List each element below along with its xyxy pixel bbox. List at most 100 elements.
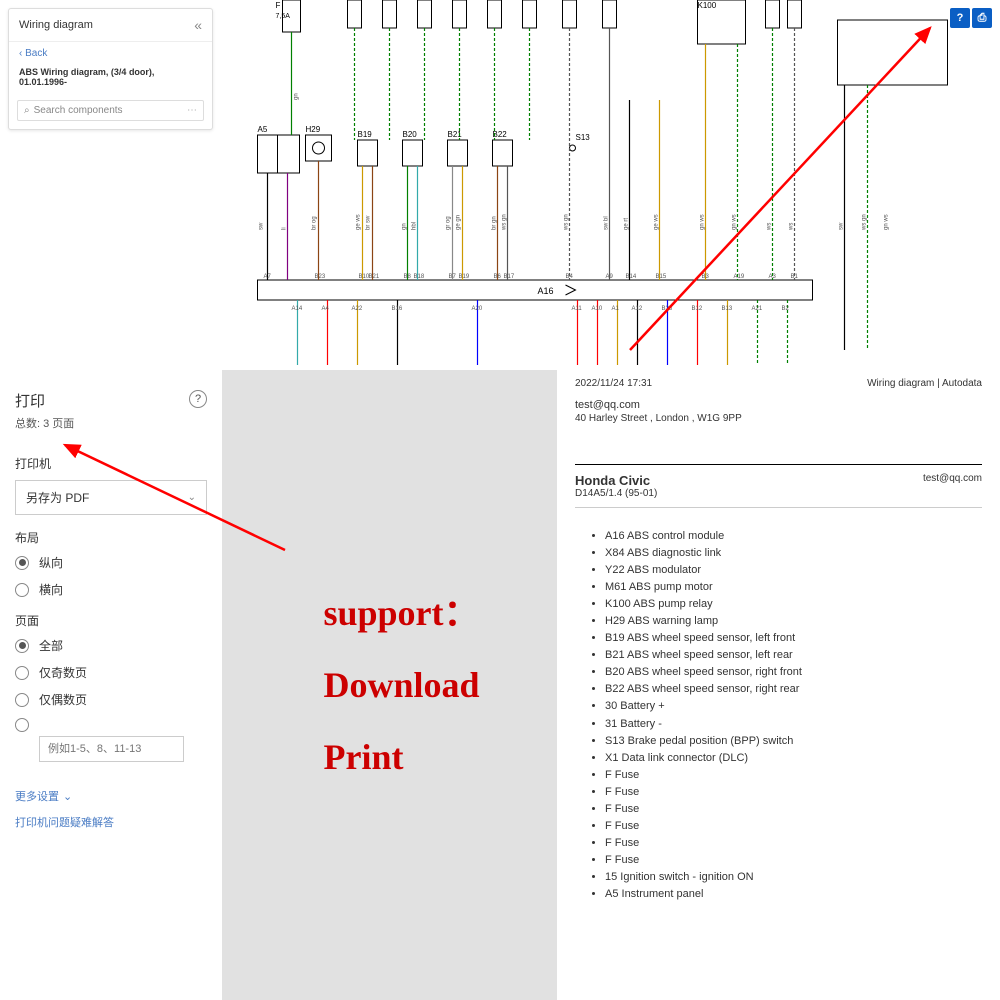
radio-icon bbox=[15, 718, 29, 732]
doc-address: 40 Harley Street , London , W1G 9PP bbox=[575, 413, 982, 424]
list-item: A16 ABS control module bbox=[605, 528, 982, 545]
more-icon[interactable]: ⋯ bbox=[187, 105, 197, 116]
print-dialog: 打印 ? 总数: 3 页面 打印机 另存为 PDF ⌄ 布局 纵向 横向 页面 … bbox=[0, 370, 222, 1000]
pages-label: 页面 bbox=[15, 612, 207, 629]
svg-text:gn: gn bbox=[294, 93, 300, 100]
label-F-val: 7,5A bbox=[276, 13, 291, 20]
list-item: X1 Data link connector (DLC) bbox=[605, 750, 982, 767]
troubleshoot-link[interactable]: 打印机问题疑难解答 bbox=[15, 814, 207, 830]
list-item: F Fuse bbox=[605, 835, 982, 852]
wiring-diagram[interactable]: F 7,5A K100 bbox=[225, 0, 960, 370]
svg-text:B18: B18 bbox=[414, 274, 425, 280]
svg-text:A11: A11 bbox=[572, 306, 583, 312]
radio-pages-all[interactable]: 全部 bbox=[15, 637, 207, 654]
svg-text:ws: ws bbox=[789, 223, 795, 231]
annotation-overlay: support： Download Print bbox=[222, 370, 557, 1000]
radio-icon bbox=[15, 693, 29, 707]
svg-text:B15: B15 bbox=[656, 274, 667, 280]
search-icon: ⌕ bbox=[24, 105, 30, 116]
print-total: 总数: 3 页面 bbox=[15, 415, 207, 431]
list-item: A5 Instrument panel bbox=[605, 886, 982, 903]
printer-select[interactable]: 另存为 PDF ⌄ bbox=[15, 480, 207, 515]
chevron-down-icon: ⌄ bbox=[63, 790, 72, 803]
printer-value: 另存为 PDF bbox=[26, 489, 89, 506]
print-icon[interactable]: ⎙ bbox=[972, 8, 992, 28]
svg-text:sw: sw bbox=[839, 222, 845, 230]
svg-text:hbl: hbl bbox=[412, 222, 418, 230]
back-link[interactable]: ‹ Back bbox=[9, 42, 212, 65]
svg-text:A7: A7 bbox=[264, 274, 272, 280]
annotation-line: Print bbox=[323, 721, 479, 793]
svg-text:gn ws: gn ws bbox=[732, 214, 738, 230]
list-item: M61 ABS pump motor bbox=[605, 579, 982, 596]
svg-text:A1: A1 bbox=[612, 306, 620, 312]
svg-text:ge ws: ge ws bbox=[356, 214, 362, 230]
svg-text:br sw: br sw bbox=[366, 215, 372, 230]
radio-landscape[interactable]: 横向 bbox=[15, 581, 207, 598]
doc-engine: D14A5/1.4 (95-01) bbox=[575, 488, 657, 499]
label-A5: A5 bbox=[258, 125, 268, 134]
svg-text:B7: B7 bbox=[449, 274, 457, 280]
component-list: A16 ABS control moduleX84 ABS diagnostic… bbox=[575, 528, 982, 903]
label-H29: H29 bbox=[306, 125, 321, 134]
list-item: 15 Ignition switch - ignition ON bbox=[605, 869, 982, 886]
help-icon[interactable]: ? bbox=[189, 390, 207, 408]
radio-portrait[interactable]: 纵向 bbox=[15, 554, 207, 571]
radio-pages-even[interactable]: 仅偶数页 bbox=[15, 691, 207, 708]
svg-text:A14: A14 bbox=[292, 306, 303, 312]
label-S13: S13 bbox=[576, 133, 591, 142]
radio-pages-odd[interactable]: 仅奇数页 bbox=[15, 664, 207, 681]
search-input[interactable]: ⌕ Search components ⋯ bbox=[17, 100, 204, 121]
collapse-icon[interactable]: « bbox=[194, 17, 202, 33]
svg-text:gn: gn bbox=[402, 223, 408, 230]
pages-custom-input[interactable] bbox=[39, 736, 184, 762]
svg-text:ge ws: ge ws bbox=[654, 214, 660, 230]
list-item: F Fuse bbox=[605, 818, 982, 835]
svg-text:B23: B23 bbox=[315, 274, 326, 280]
svg-text:B12: B12 bbox=[692, 306, 703, 312]
radio-icon bbox=[15, 666, 29, 680]
list-item: 31 Battery - bbox=[605, 716, 982, 733]
svg-text:B2: B2 bbox=[782, 306, 790, 312]
svg-text:sw: sw bbox=[259, 222, 265, 230]
doc-email: test@qq.com bbox=[575, 399, 982, 411]
label-F: F bbox=[276, 1, 281, 10]
list-item: B19 ABS wheel speed sensor, left front bbox=[605, 630, 982, 647]
svg-text:B16: B16 bbox=[392, 306, 403, 312]
svg-text:ws: ws bbox=[767, 223, 773, 231]
radio-pages-custom[interactable] bbox=[15, 718, 207, 732]
label-A16: A16 bbox=[538, 286, 554, 296]
doc-email2: test@qq.com bbox=[923, 473, 982, 499]
list-item: S13 Brake pedal position (BPP) switch bbox=[605, 733, 982, 750]
list-item: B20 ABS wheel speed sensor, right front bbox=[605, 664, 982, 681]
document-preview: 2022/11/24 17:31 Wiring diagram | Autoda… bbox=[557, 370, 1000, 1000]
list-item: B21 ABS wheel speed sensor, left rear bbox=[605, 647, 982, 664]
svg-text:A19: A19 bbox=[734, 274, 745, 280]
svg-text:gr og: gr og bbox=[446, 216, 452, 230]
svg-text:B19: B19 bbox=[459, 274, 470, 280]
doc-car: Honda Civic bbox=[575, 473, 657, 488]
svg-text:B6: B6 bbox=[494, 274, 502, 280]
list-item: 30 Battery + bbox=[605, 698, 982, 715]
sidebar-title: Wiring diagram bbox=[19, 19, 93, 31]
svg-text:br gn: br gn bbox=[492, 216, 498, 230]
list-item: X84 ABS diagnostic link bbox=[605, 545, 982, 562]
svg-text:li: li bbox=[282, 227, 288, 230]
sidebar-subtitle: ABS Wiring diagram, (3/4 door), 01.01.19… bbox=[9, 65, 212, 95]
list-item: H29 ABS warning lamp bbox=[605, 613, 982, 630]
svg-text:sw bl: sw bl bbox=[604, 216, 610, 230]
svg-text:ws gn: ws gn bbox=[862, 214, 868, 231]
svg-text:B1: B1 bbox=[791, 274, 799, 280]
svg-text:B13: B13 bbox=[722, 306, 733, 312]
radio-icon bbox=[15, 583, 29, 597]
svg-text:A3: A3 bbox=[769, 274, 777, 280]
more-settings-link[interactable]: 更多设置 ⌄ bbox=[15, 788, 207, 804]
svg-text:B21: B21 bbox=[369, 274, 380, 280]
help-icon[interactable]: ? bbox=[950, 8, 970, 28]
label-B20: B20 bbox=[403, 130, 418, 139]
list-item: F Fuse bbox=[605, 852, 982, 869]
svg-text:B3: B3 bbox=[702, 274, 710, 280]
doc-source: Wiring diagram | Autodata bbox=[867, 378, 982, 389]
svg-text:ws gn: ws gn bbox=[564, 214, 570, 231]
svg-text:ws gn: ws gn bbox=[502, 214, 508, 231]
